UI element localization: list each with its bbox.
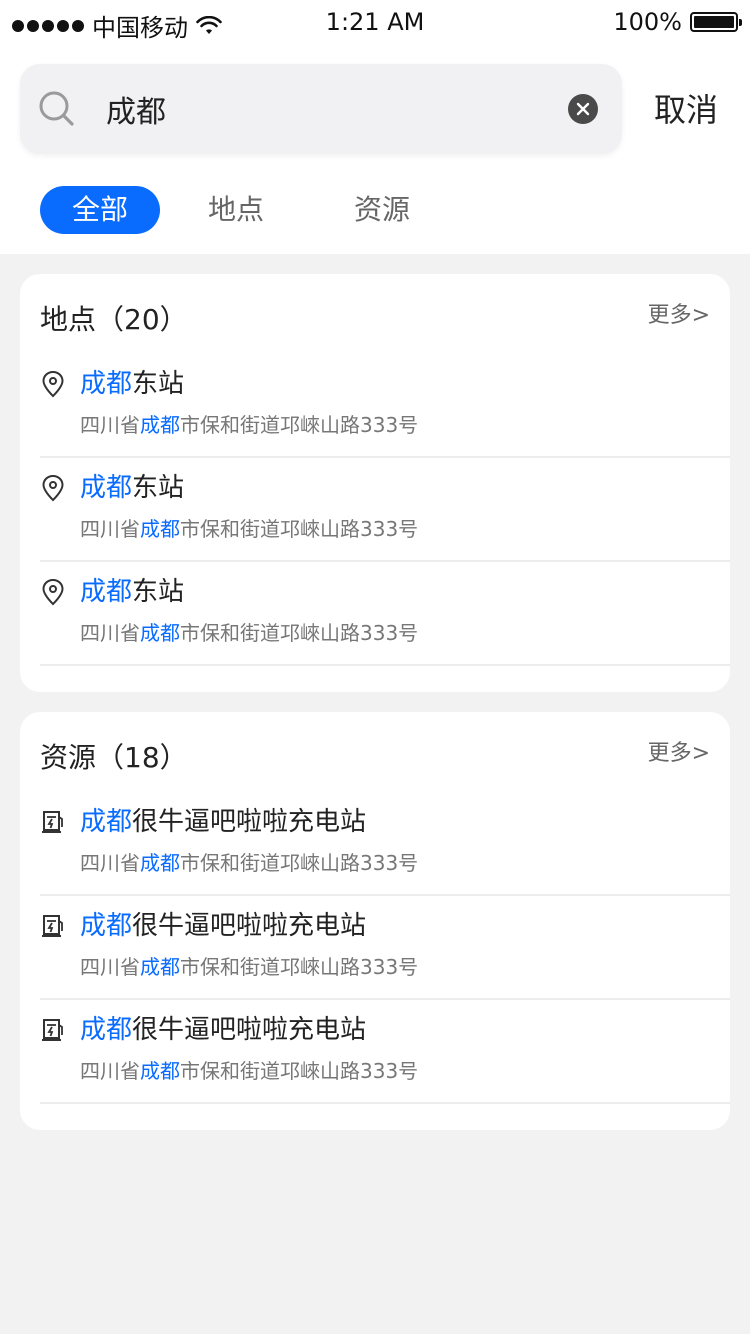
- places-header: 地点（20） 更多>: [40, 300, 710, 340]
- resource-title-rest: 很牛逼吧啦啦充电站: [132, 807, 367, 837]
- location-pin-icon: [42, 474, 64, 502]
- status-right: 100%: [613, 8, 742, 36]
- location-pin-icon: [42, 578, 64, 606]
- cancel-button[interactable]: 取消: [654, 88, 718, 132]
- location-pin-icon: [42, 370, 64, 398]
- charging-station-icon: [42, 915, 63, 937]
- resources-list: 成都很牛逼吧啦啦充电站 四川省成都市保和街道邛崍山路333号 成都很牛逼吧啦啦充…: [40, 792, 730, 1104]
- resource-title: 成都很牛逼吧啦啦充电站: [80, 804, 366, 840]
- address-suffix: 市保和街道邛崍山路333号: [180, 851, 419, 875]
- place-title-rest: 东站: [132, 473, 185, 503]
- address-highlight: 成都: [140, 851, 180, 875]
- address-prefix: 四川省: [80, 851, 140, 875]
- resource-address: 四川省成都市保和街道邛崍山路333号: [80, 848, 418, 878]
- place-address: 四川省成都市保和街道邛崍山路333号: [80, 618, 418, 648]
- places-card: 地点（20） 更多> 成都东站 四川省成都市保和街道邛崍山路333号 成都东站 …: [20, 274, 730, 692]
- address-prefix: 四川省: [80, 517, 140, 541]
- resource-list-item[interactable]: 成都很牛逼吧啦啦充电站 四川省成都市保和街道邛崍山路333号: [40, 896, 730, 1000]
- tab-places[interactable]: 地点: [208, 186, 264, 234]
- search-icon: [39, 91, 74, 126]
- tab-all[interactable]: 全部: [40, 186, 160, 234]
- top-panel: 中国移动 1:21 AM 100% 取消 全部 地点 资: [0, 0, 750, 254]
- resource-title-highlight: 成都: [80, 1015, 133, 1045]
- resource-list-item[interactable]: 成都很牛逼吧啦啦充电站 四川省成都市保和街道邛崍山路333号: [40, 792, 730, 896]
- address-highlight: 成都: [140, 621, 180, 645]
- battery-percentage: 100%: [613, 8, 682, 36]
- address-prefix: 四川省: [80, 413, 140, 437]
- close-icon: [576, 102, 590, 116]
- places-list: 成都东站 四川省成都市保和街道邛崍山路333号 成都东站 四川省成都市保和街道邛…: [40, 354, 730, 666]
- place-title-highlight: 成都: [80, 473, 133, 503]
- place-title: 成都东站: [80, 366, 184, 402]
- resource-title-rest: 很牛逼吧啦啦充电站: [132, 911, 367, 941]
- resource-address: 四川省成都市保和街道邛崍山路333号: [80, 1056, 418, 1086]
- place-title-rest: 东站: [132, 577, 185, 607]
- tab-resources[interactable]: 资源: [354, 186, 410, 234]
- place-list-item[interactable]: 成都东站 四川省成都市保和街道邛崍山路333号: [40, 354, 730, 458]
- address-prefix: 四川省: [80, 621, 140, 645]
- place-address: 四川省成都市保和街道邛崍山路333号: [80, 514, 418, 544]
- resources-card: 资源（18） 更多> 成都很牛逼吧啦啦充电站 四川省成都市保和街道邛崍山路333…: [20, 712, 730, 1130]
- filter-tabs: 全部 地点 资源: [40, 186, 410, 234]
- resource-title-rest: 很牛逼吧啦啦充电站: [132, 1015, 367, 1045]
- address-prefix: 四川省: [80, 1059, 140, 1083]
- place-list-item[interactable]: 成都东站 四川省成都市保和街道邛崍山路333号: [40, 458, 730, 562]
- address-prefix: 四川省: [80, 955, 140, 979]
- place-title: 成都东站: [80, 470, 184, 506]
- place-title-highlight: 成都: [80, 369, 133, 399]
- place-title-highlight: 成都: [80, 577, 133, 607]
- resource-title-highlight: 成都: [80, 807, 133, 837]
- address-suffix: 市保和街道邛崍山路333号: [180, 621, 419, 645]
- place-address: 四川省成都市保和街道邛崍山路333号: [80, 410, 418, 440]
- status-bar: 中国移动 1:21 AM 100%: [0, 0, 750, 44]
- address-suffix: 市保和街道邛崍山路333号: [180, 413, 419, 437]
- search-bar[interactable]: [20, 64, 622, 154]
- address-highlight: 成都: [140, 1059, 180, 1083]
- place-title-rest: 东站: [132, 369, 185, 399]
- resources-title: 资源（18）: [40, 741, 188, 774]
- places-title: 地点（20）: [40, 303, 188, 336]
- resource-title: 成都很牛逼吧啦啦充电站: [80, 908, 366, 944]
- address-suffix: 市保和街道邛崍山路333号: [180, 1059, 419, 1083]
- place-title: 成都东站: [80, 574, 184, 610]
- search-input[interactable]: [106, 86, 546, 132]
- battery-icon: [690, 12, 742, 32]
- address-suffix: 市保和街道邛崍山路333号: [180, 517, 419, 541]
- resources-more-link[interactable]: 更多>: [648, 738, 710, 770]
- resource-title-highlight: 成都: [80, 911, 133, 941]
- resource-list-item[interactable]: 成都很牛逼吧啦啦充电站 四川省成都市保和街道邛崍山路333号: [40, 1000, 730, 1104]
- charging-station-icon: [42, 1019, 63, 1041]
- address-highlight: 成都: [140, 955, 180, 979]
- resource-address: 四川省成都市保和街道邛崍山路333号: [80, 952, 418, 982]
- charging-station-icon: [42, 811, 63, 833]
- resources-header: 资源（18） 更多>: [40, 738, 710, 778]
- clear-search-icon[interactable]: [568, 94, 598, 124]
- address-highlight: 成都: [140, 413, 180, 437]
- resource-title: 成都很牛逼吧啦啦充电站: [80, 1012, 366, 1048]
- place-list-item[interactable]: 成都东站 四川省成都市保和街道邛崍山路333号: [40, 562, 730, 666]
- address-highlight: 成都: [140, 517, 180, 541]
- places-more-link[interactable]: 更多>: [648, 300, 710, 332]
- address-suffix: 市保和街道邛崍山路333号: [180, 955, 419, 979]
